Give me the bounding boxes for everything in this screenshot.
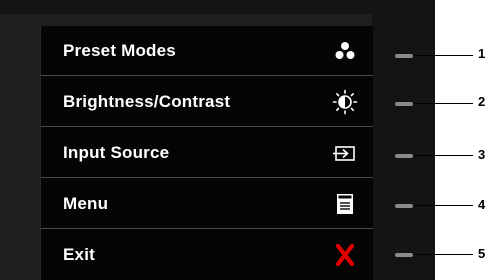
callout-number-2: 2 <box>478 94 486 109</box>
exit-icon <box>331 241 359 269</box>
bezel-right-edge <box>372 0 435 280</box>
bezel-top-edge <box>0 0 435 14</box>
menu-item-preset-modes[interactable]: Preset Modes <box>41 26 373 76</box>
callout-line-3 <box>413 155 473 156</box>
input-source-icon <box>331 139 359 167</box>
front-button-2[interactable] <box>395 102 413 106</box>
callout-number-3: 3 <box>478 147 486 162</box>
preset-modes-icon <box>331 37 359 65</box>
front-button-4[interactable] <box>395 204 413 208</box>
callout-line-4 <box>413 205 473 206</box>
menu-item-label: Menu <box>63 193 109 213</box>
front-button-5[interactable] <box>395 253 413 257</box>
callout-number-4: 4 <box>478 197 486 212</box>
menu-item-label: Exit <box>63 245 95 264</box>
brightness-contrast-icon <box>331 88 359 116</box>
menu-item-label: Input Source <box>63 142 170 162</box>
front-button-1[interactable] <box>395 54 413 58</box>
menu-item-brightness-contrast[interactable]: Brightness/Contrast <box>41 77 373 127</box>
front-button-3[interactable] <box>395 154 413 158</box>
menu-icon <box>331 190 359 218</box>
callout-line-5 <box>413 254 473 255</box>
menu-item-input-source[interactable]: Input Source <box>41 128 373 178</box>
menu-item-exit[interactable]: Exit <box>41 230 373 280</box>
menu-item-label: Preset Modes <box>63 40 176 60</box>
callout-number-5: 5 <box>478 246 486 261</box>
menu-item-menu[interactable]: Menu <box>41 179 373 229</box>
callout-line-2 <box>413 103 473 104</box>
callout-number-1: 1 <box>478 46 486 61</box>
osd-menu: Preset Modes Brightness/Contrast Input S… <box>40 26 373 280</box>
callout-line-1 <box>413 55 473 56</box>
menu-item-label: Brightness/Contrast <box>63 91 231 111</box>
